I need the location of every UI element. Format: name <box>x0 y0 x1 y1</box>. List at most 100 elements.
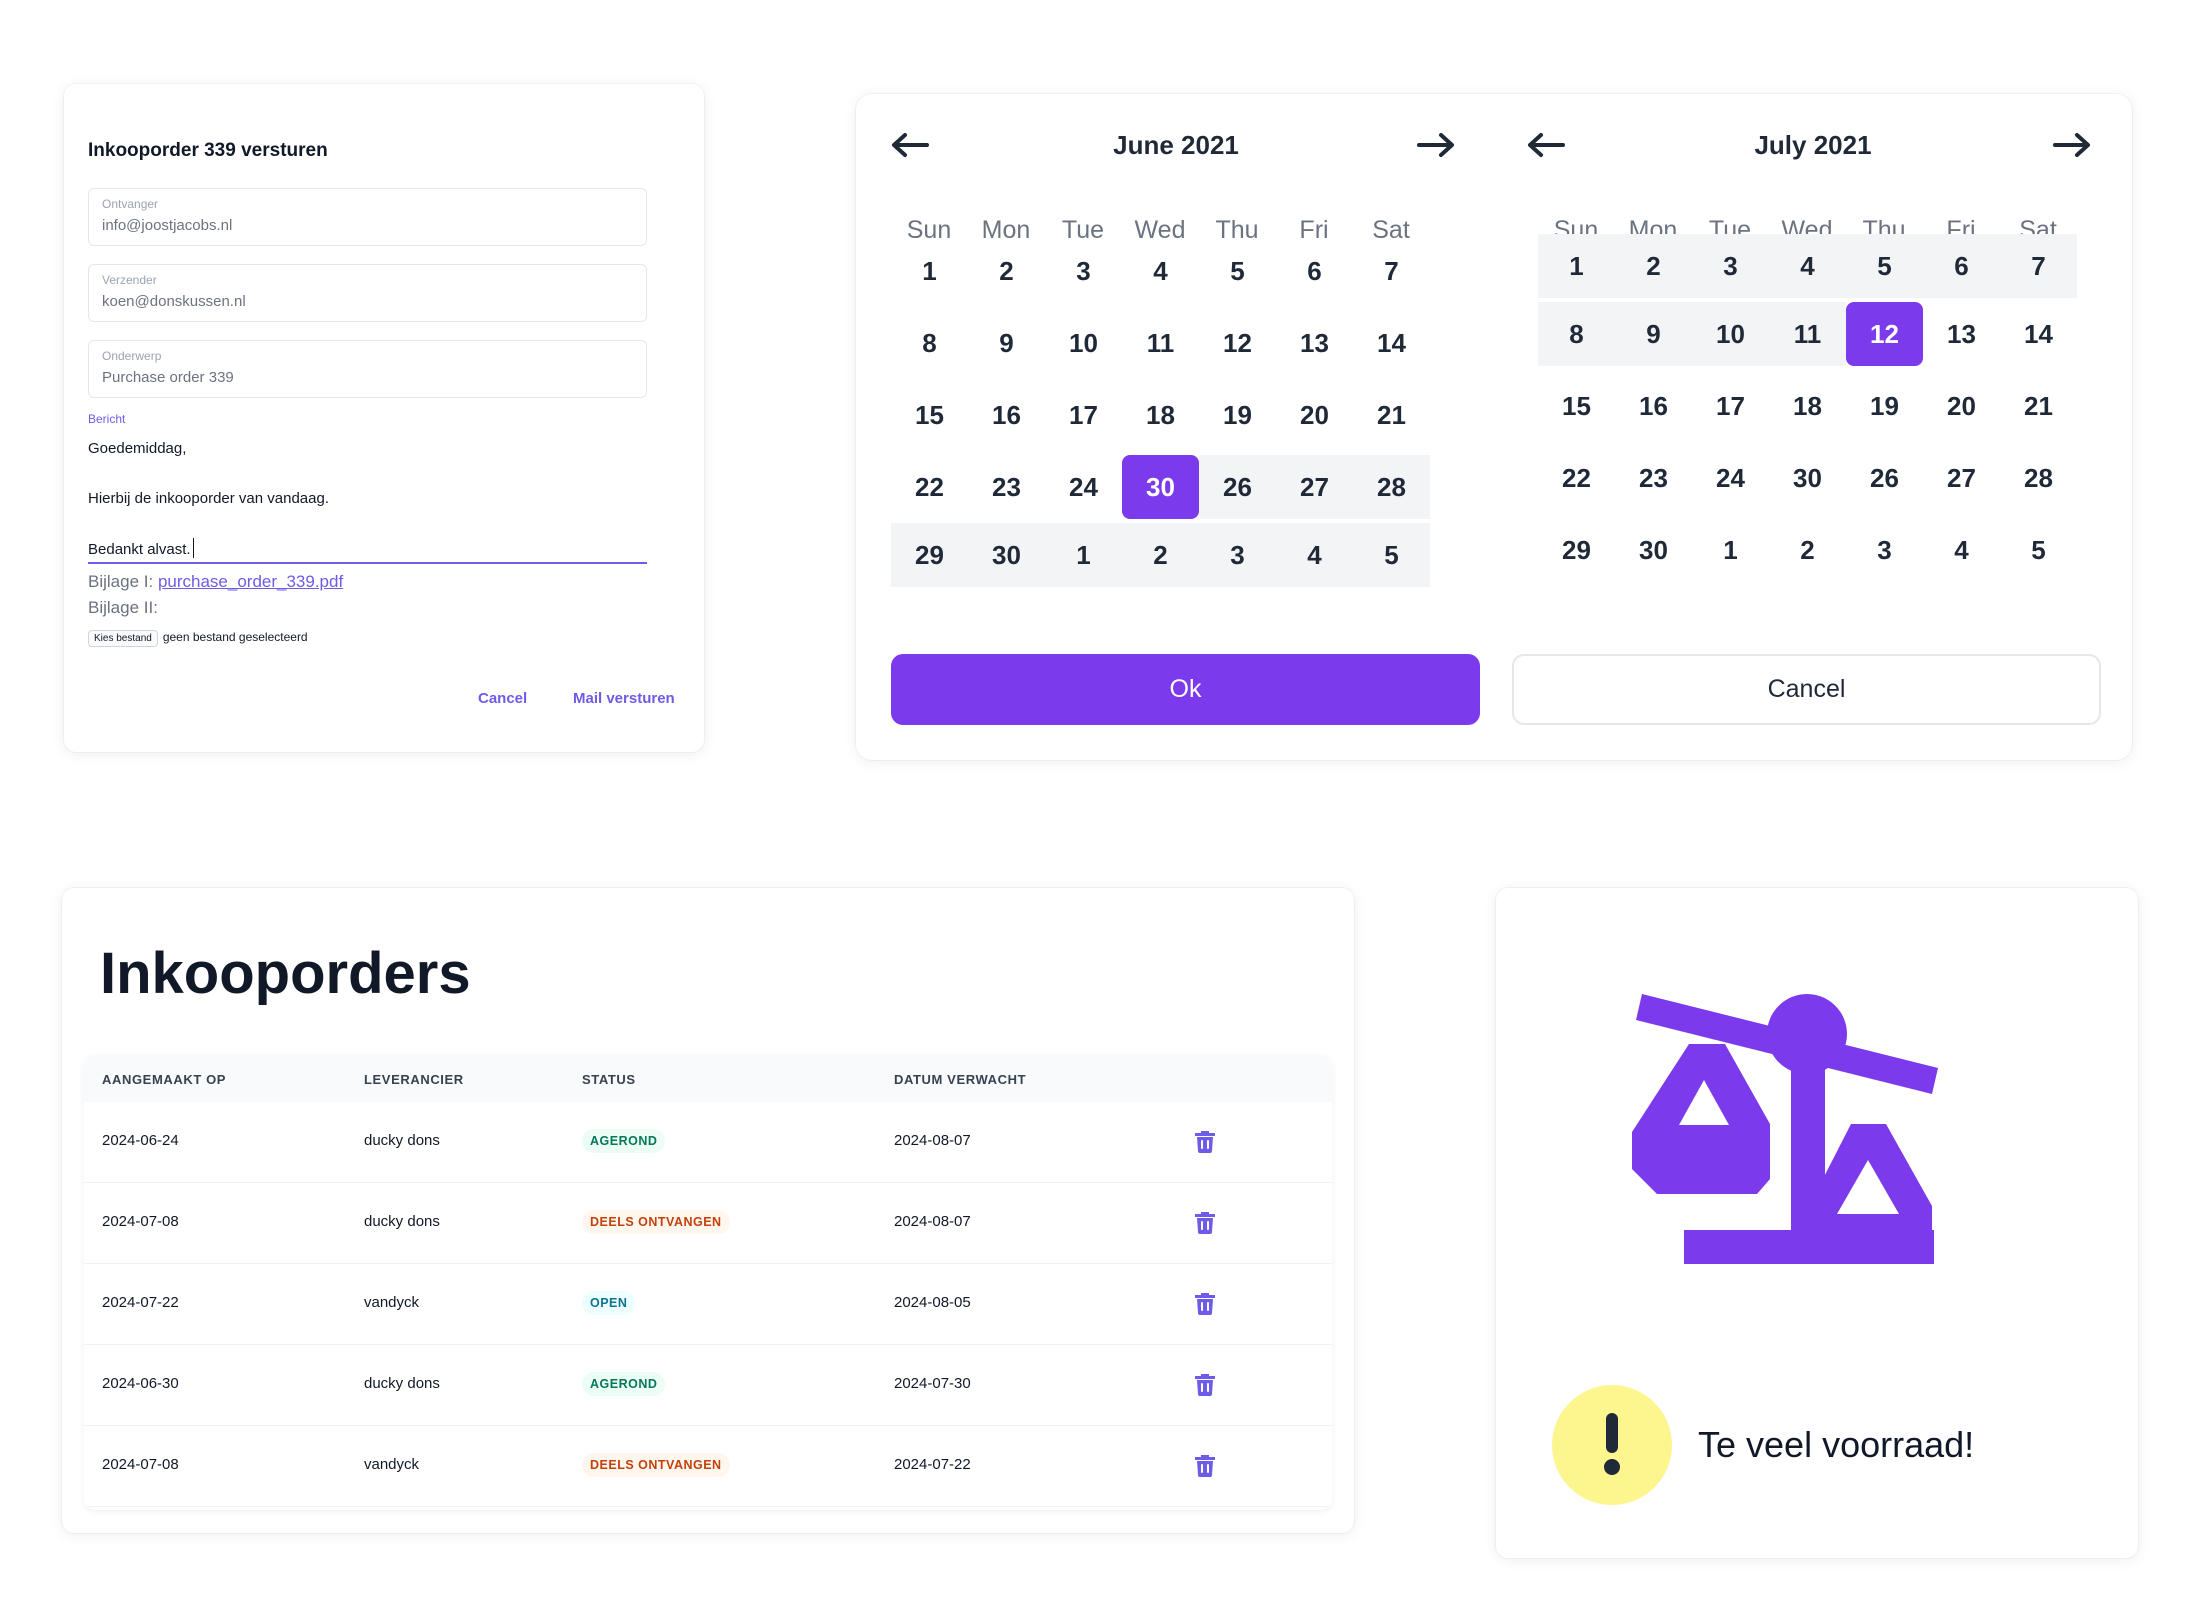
day-cell[interactable]: 11 <box>1122 311 1199 375</box>
day-cell[interactable]: 30 <box>1615 518 1692 582</box>
day-cell[interactable]: 2 <box>1615 234 1692 298</box>
subject-field[interactable]: Onderwerp Purchase order 339 <box>88 340 647 398</box>
next-month-icon[interactable] <box>2052 130 2092 160</box>
day-cell[interactable]: 23 <box>1615 446 1692 510</box>
day-cell[interactable]: 23 <box>968 455 1045 519</box>
cancel-button[interactable]: Cancel <box>1512 654 2101 725</box>
day-cell[interactable]: 18 <box>1122 383 1199 447</box>
column-header-created[interactable]: AANGEMAAKT OP <box>102 1072 226 1087</box>
trash-icon[interactable] <box>1194 1453 1216 1477</box>
day-cell[interactable]: 3 <box>1045 239 1122 303</box>
trash-icon[interactable] <box>1194 1210 1216 1234</box>
message-line-1[interactable]: Goedemiddag, <box>88 440 186 457</box>
day-cell[interactable]: 3 <box>1199 523 1276 587</box>
day-cell[interactable]: 5 <box>1199 239 1276 303</box>
day-cell[interactable]: 3 <box>1846 518 1923 582</box>
day-cell[interactable]: 5 <box>2000 518 2077 582</box>
day-cell[interactable]: 2 <box>968 239 1045 303</box>
cancel-button[interactable]: Cancel <box>478 690 527 707</box>
recipient-field[interactable]: Ontvanger info@joostjacobs.nl <box>88 188 647 246</box>
day-cell[interactable]: 11 <box>1769 302 1846 366</box>
day-cell[interactable]: 1 <box>891 239 968 303</box>
day-cell[interactable]: 9 <box>1615 302 1692 366</box>
day-cell[interactable]: 5 <box>1846 234 1923 298</box>
ok-button[interactable]: Ok <box>891 654 1480 725</box>
day-cell[interactable]: 4 <box>1923 518 2000 582</box>
message-line-3[interactable]: Bedankt alvast. <box>88 538 195 558</box>
day-cell[interactable]: 19 <box>1846 374 1923 438</box>
day-cell[interactable]: 12 <box>1199 311 1276 375</box>
day-cell[interactable]: 27 <box>1276 455 1353 519</box>
day-cell[interactable]: 15 <box>1538 374 1615 438</box>
day-cell[interactable]: 15 <box>891 383 968 447</box>
day-cell[interactable]: 24 <box>1045 455 1122 519</box>
table-row[interactable]: 2024-07-08 vandyck DEELS ONTVANGEN 2024-07-… <box>84 1426 1332 1507</box>
day-cell[interactable]: 20 <box>1923 374 2000 438</box>
send-mail-button[interactable]: Mail versturen <box>573 690 675 707</box>
day-cell[interactable]: 16 <box>968 383 1045 447</box>
day-cell[interactable]: 9 <box>968 311 1045 375</box>
day-cell[interactable]: 26 <box>1846 446 1923 510</box>
day-cell[interactable]: 7 <box>2000 234 2077 298</box>
trash-icon[interactable] <box>1194 1291 1216 1315</box>
day-cell[interactable]: 6 <box>1923 234 2000 298</box>
day-cell[interactable]: 30 <box>1769 446 1846 510</box>
column-header-status[interactable]: STATUS <box>582 1072 636 1087</box>
day-cell[interactable]: 22 <box>891 455 968 519</box>
day-cell[interactable]: 2 <box>1769 518 1846 582</box>
day-cell[interactable]: 1 <box>1045 523 1122 587</box>
attachment-1-link[interactable]: purchase_order_339.pdf <box>158 572 343 591</box>
day-cell[interactable]: 27 <box>1923 446 2000 510</box>
message-line-2[interactable]: Hierbij de inkooporder van vandaag. <box>88 490 329 507</box>
day-cell[interactable]: 29 <box>1538 518 1615 582</box>
day-cell[interactable]: 16 <box>1615 374 1692 438</box>
day-cell[interactable]: 1 <box>1692 518 1769 582</box>
day-cell[interactable]: 19 <box>1199 383 1276 447</box>
day-cell[interactable]: 30 <box>968 523 1045 587</box>
day-cell[interactable]: 13 <box>1923 302 2000 366</box>
day-cell[interactable]: 14 <box>1353 311 1430 375</box>
day-cell[interactable]: 17 <box>1692 374 1769 438</box>
day-cell[interactable]: 2 <box>1122 523 1199 587</box>
table-row[interactable]: 2024-07-08 ducky dons DEELS ONTVANGEN 2024-… <box>84 1183 1332 1264</box>
day-cell[interactable]: 8 <box>891 311 968 375</box>
day-cell[interactable]: 17 <box>1045 383 1122 447</box>
sender-field[interactable]: Verzender koen@donskussen.nl <box>88 264 647 322</box>
day-cell[interactable]: 24 <box>1692 446 1769 510</box>
day-cell[interactable]: 18 <box>1769 374 1846 438</box>
day-cell[interactable]: 26 <box>1199 455 1276 519</box>
day-cell[interactable]: 5 <box>1353 523 1430 587</box>
table-row[interactable]: 2024-06-24 ducky dons AGEROND 2024-08-07 <box>84 1102 1332 1183</box>
day-cell[interactable]: 20 <box>1276 383 1353 447</box>
day-cell-selected[interactable]: 12 <box>1846 302 1923 366</box>
day-cell[interactable]: 21 <box>1353 383 1430 447</box>
trash-icon[interactable] <box>1194 1372 1216 1396</box>
column-header-supplier[interactable]: LEVERANCIER <box>364 1072 464 1087</box>
day-cell[interactable]: 7 <box>1353 239 1430 303</box>
choose-file-button[interactable]: Kies bestand <box>88 630 158 647</box>
prev-month-icon-right[interactable] <box>1526 130 1566 160</box>
column-header-expected[interactable]: DATUM VERWACHT <box>894 1072 1026 1087</box>
day-cell[interactable]: 21 <box>2000 374 2077 438</box>
table-row[interactable]: 2024-07-22 vandyck OPEN 2024-08-05 <box>84 1264 1332 1345</box>
day-cell[interactable]: 22 <box>1538 446 1615 510</box>
day-cell[interactable]: 28 <box>2000 446 2077 510</box>
day-cell[interactable]: 3 <box>1692 234 1769 298</box>
table-row[interactable]: 2024-06-30 ducky dons AGEROND 2024-07-30 <box>84 1345 1332 1426</box>
day-cell[interactable]: 6 <box>1276 239 1353 303</box>
day-cell[interactable]: 4 <box>1122 239 1199 303</box>
day-cell-selected[interactable]: 30 <box>1122 455 1199 519</box>
day-cell[interactable]: 28 <box>1353 455 1430 519</box>
next-month-icon-left[interactable] <box>1416 130 1456 160</box>
trash-icon[interactable] <box>1194 1129 1216 1153</box>
day-cell[interactable]: 10 <box>1692 302 1769 366</box>
day-cell[interactable]: 13 <box>1276 311 1353 375</box>
prev-month-icon[interactable] <box>890 130 930 160</box>
day-cell[interactable]: 29 <box>891 523 968 587</box>
day-cell[interactable]: 4 <box>1769 234 1846 298</box>
day-cell[interactable]: 14 <box>2000 302 2077 366</box>
day-cell[interactable]: 10 <box>1045 311 1122 375</box>
day-cell[interactable]: 4 <box>1276 523 1353 587</box>
day-cell[interactable]: 1 <box>1538 234 1615 298</box>
day-cell[interactable]: 8 <box>1538 302 1615 366</box>
